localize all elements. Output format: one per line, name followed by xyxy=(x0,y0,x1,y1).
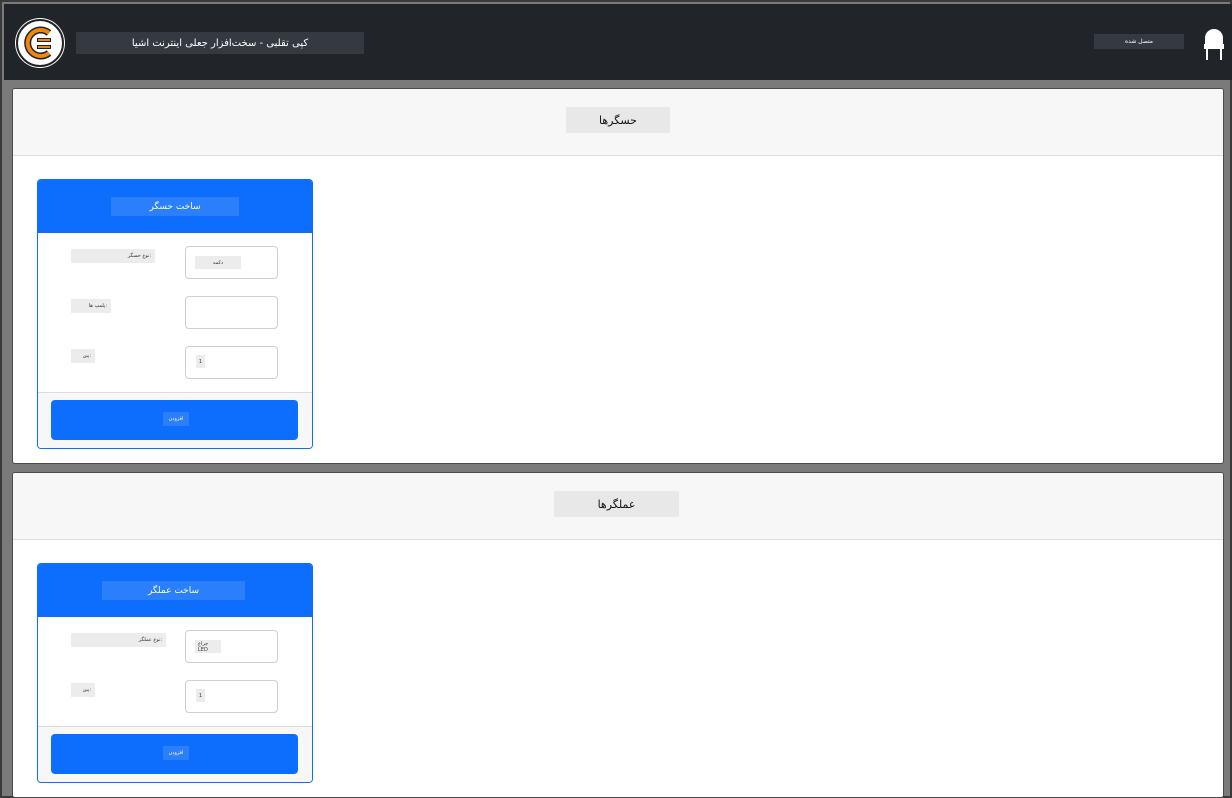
actuators-title: عملگرها xyxy=(554,491,679,517)
sensors-panel-header: حسگرها xyxy=(13,89,1223,156)
create-actuator-footer: افزودن xyxy=(38,726,312,782)
actuators-panel: عملگرها ساخت عملگر نوع عملگر: چراغ LED پ… xyxy=(12,472,1224,798)
sensors-panel: حسگرها ساخت حسگر نوع حسگر: دکمه پلمپ ها:… xyxy=(12,88,1224,464)
add-actuator-label: افزودن xyxy=(163,746,189,760)
sensor-type-select[interactable]: دکمه xyxy=(185,246,278,279)
actuator-pin-input[interactable]: 1 xyxy=(185,680,278,713)
sensor-seals-input[interactable] xyxy=(185,296,278,329)
actuator-pin-value: 1 xyxy=(196,689,205,702)
sensor-seals-label: پلمپ ها: xyxy=(71,299,111,313)
actuator-type-select[interactable]: چراغ LED xyxy=(185,630,278,663)
top-navbar: کپی تقلبی - سخت‌افزار جعلی اینترنت اشیا … xyxy=(4,4,1232,80)
sensors-title: حسگرها xyxy=(566,107,670,133)
create-actuator-card: ساخت عملگر نوع عملگر: چراغ LED پین: 1 اف… xyxy=(37,563,313,783)
actuator-type-label: نوع عملگر: xyxy=(71,633,166,647)
add-sensor-label: افزودن xyxy=(163,412,189,426)
app-window: کپی تقلبی - سخت‌افزار جعلی اینترنت اشیا … xyxy=(0,0,1232,798)
sensor-pin-label: پین: xyxy=(71,349,95,363)
create-sensor-card: ساخت حسگر نوع حسگر: دکمه پلمپ ها: پین: 1… xyxy=(37,179,313,449)
sensor-type-label: نوع حسگر: xyxy=(71,249,155,263)
light-bulb-icon xyxy=(1200,26,1228,62)
sensor-pin-value: 1 xyxy=(196,355,205,368)
add-sensor-button[interactable]: افزودن xyxy=(51,400,298,440)
create-sensor-title: ساخت حسگر xyxy=(111,197,239,216)
actuator-pin-label: پین: xyxy=(71,683,95,697)
create-sensor-footer: افزودن xyxy=(38,392,312,448)
create-actuator-title: ساخت عملگر xyxy=(102,581,245,600)
sensor-pin-input[interactable]: 1 xyxy=(185,346,278,379)
create-actuator-card-header: ساخت عملگر xyxy=(38,564,312,617)
connection-status: متصل شده xyxy=(1094,34,1184,49)
add-actuator-button[interactable]: افزودن xyxy=(51,734,298,774)
sensor-seals-value xyxy=(195,306,201,319)
actuator-type-value: چراغ LED xyxy=(195,640,221,653)
actuators-panel-header: عملگرها xyxy=(13,473,1223,540)
cf-logo-icon[interactable] xyxy=(15,18,65,68)
app-title: کپی تقلبی - سخت‌افزار جعلی اینترنت اشیا xyxy=(76,32,364,54)
create-sensor-card-header: ساخت حسگر xyxy=(38,180,312,233)
sensor-type-value: دکمه xyxy=(195,256,241,269)
